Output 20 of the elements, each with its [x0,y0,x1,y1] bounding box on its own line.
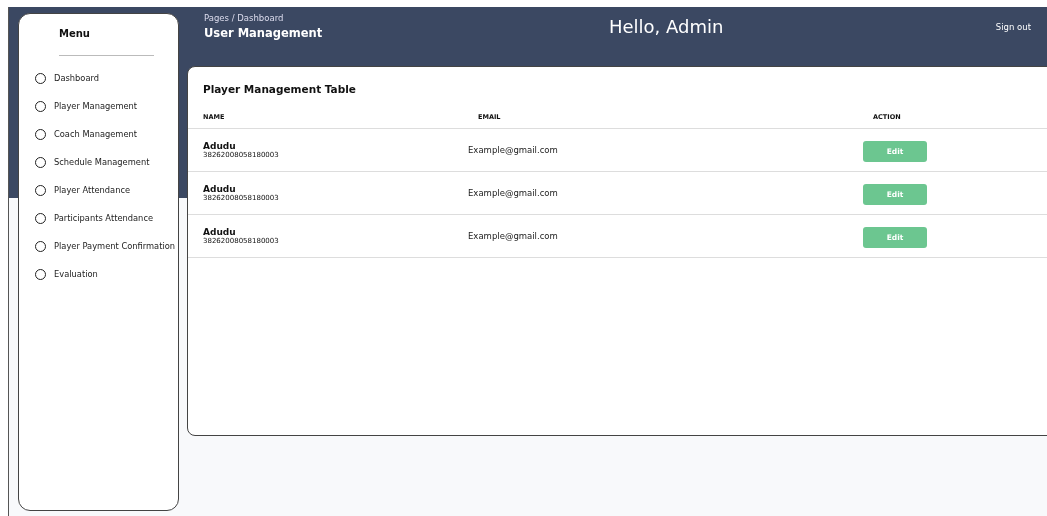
email-cell-text: Example@gmail.com [468,231,559,241]
menu-item[interactable]: Schedule Management [35,154,178,170]
player-name: Adudu [203,227,237,237]
sign-out-link[interactable]: Sign out [995,22,1031,32]
menu-item[interactable]: Player Attendance [35,182,178,198]
greeting: Hello, Admin [609,16,724,37]
menu-item[interactable]: Dashboard [35,70,178,86]
email-cell-text: Example@gmail.com [468,145,559,155]
menu-item[interactable]: Evaluation [35,266,178,282]
table-title: Player Management Table [202,83,357,95]
menu-item[interactable]: Player Management [35,98,178,114]
breadcrumb: Pages / Dashboard [204,13,285,23]
page-title: User Management [204,26,324,40]
menu-title: Menu [58,28,91,39]
email-cell-text: Example@gmail.com [468,188,559,198]
player-name: Adudu [203,184,237,194]
player-name: Adudu [203,141,237,151]
menu-item[interactable]: Player Payment Confirmation [35,238,178,254]
menu-item[interactable]: Participants Attendance [35,210,178,226]
menu-item[interactable]: Coach Management [35,126,178,142]
